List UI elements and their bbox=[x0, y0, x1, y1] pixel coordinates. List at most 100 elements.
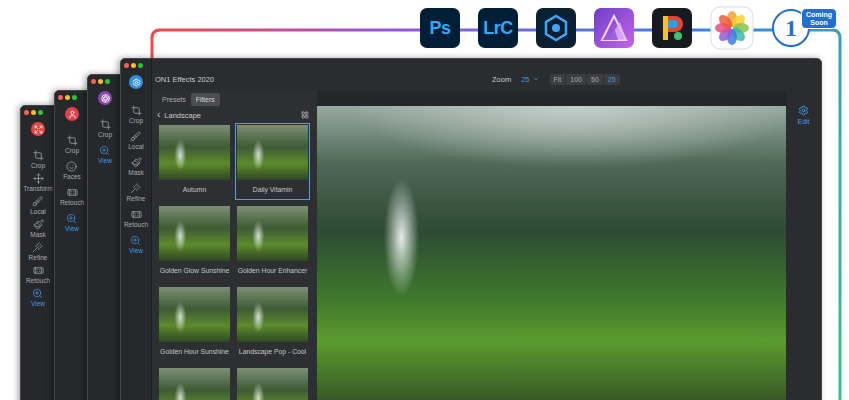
tool-label: View bbox=[65, 225, 79, 233]
app-label: 1 bbox=[785, 16, 797, 40]
tool-label: View bbox=[98, 157, 112, 165]
close-button[interactable] bbox=[124, 63, 129, 68]
zoom-button[interactable] bbox=[138, 63, 143, 68]
preset-thumbnail bbox=[159, 368, 230, 400]
zoom-select[interactable]: 25 bbox=[517, 75, 543, 84]
tool-button[interactable]: View bbox=[98, 145, 112, 165]
on1-app-icon[interactable]: 1Coming Soon bbox=[772, 9, 810, 47]
back-button[interactable]: ‹ bbox=[157, 110, 160, 120]
window-controls bbox=[121, 59, 143, 68]
app-label: LrC bbox=[483, 18, 513, 39]
tool-button[interactable]: Crop bbox=[31, 150, 45, 170]
minimize-button[interactable] bbox=[98, 79, 103, 84]
tool-label: Refine bbox=[127, 195, 146, 203]
tool-button[interactable]: View bbox=[31, 288, 45, 308]
preset-card[interactable]: Golden Hour Sunshine bbox=[157, 285, 232, 362]
preset-card[interactable] bbox=[157, 366, 232, 400]
preset-thumbnail bbox=[159, 287, 230, 342]
preset-thumbnail bbox=[237, 206, 308, 261]
view-icon bbox=[32, 288, 43, 299]
preset-thumbnail bbox=[159, 206, 230, 261]
tool-button[interactable]: Transform bbox=[23, 173, 52, 193]
zoom-button[interactable] bbox=[38, 110, 43, 115]
lightroom-app-icon[interactable]: LrC bbox=[478, 8, 518, 48]
zoom-button[interactable] bbox=[105, 79, 110, 84]
resize-icon bbox=[34, 125, 43, 134]
tool-sidebar: Crop Local Mask Refine Retouch View bbox=[121, 59, 152, 400]
photo-preview bbox=[317, 106, 786, 400]
effects-icon bbox=[132, 78, 141, 87]
zoom-button[interactable] bbox=[72, 95, 77, 100]
affinity-app-icon[interactable] bbox=[594, 8, 634, 48]
tool-button[interactable]: Retouch bbox=[124, 209, 148, 229]
window-controls bbox=[88, 75, 110, 84]
tool-button[interactable]: Mask bbox=[128, 157, 144, 177]
mask-icon bbox=[33, 219, 44, 230]
tool-button[interactable]: Local bbox=[128, 131, 144, 151]
zoom-button[interactable]: Fit bbox=[550, 74, 566, 85]
retouch-icon bbox=[131, 209, 142, 220]
preset-label: Golden Hour Enhancer bbox=[237, 261, 308, 279]
close-button[interactable] bbox=[91, 79, 96, 84]
tool-label: Crop bbox=[31, 162, 45, 170]
tool-sidebar: Crop View bbox=[88, 75, 123, 400]
grid-view-icon[interactable] bbox=[301, 111, 309, 119]
tool-button[interactable]: Local bbox=[30, 196, 46, 216]
minimize-button[interactable] bbox=[131, 63, 136, 68]
tool-label: Crop bbox=[129, 117, 143, 125]
tool-button[interactable]: Faces bbox=[63, 161, 81, 181]
preset-card[interactable]: Daily Vitamin bbox=[235, 123, 310, 200]
tool-list: Crop View bbox=[98, 119, 112, 165]
close-button[interactable] bbox=[58, 95, 63, 100]
minimize-button[interactable] bbox=[65, 95, 70, 100]
tool-label: Retouch bbox=[60, 199, 84, 207]
preset-label: Autumn bbox=[159, 180, 230, 198]
tool-button[interactable]: Crop bbox=[98, 119, 112, 139]
tool-button[interactable]: Refine bbox=[29, 242, 48, 262]
preset-label: Golden Glow Sunshine bbox=[159, 261, 230, 279]
zoom-button[interactable]: 25 bbox=[603, 74, 620, 85]
edit-button[interactable]: Edit bbox=[797, 105, 809, 125]
minimize-button[interactable] bbox=[31, 110, 36, 115]
preset-thumbnail bbox=[237, 287, 308, 342]
category-header: ‹Landscape bbox=[157, 106, 317, 123]
zoom-button[interactable]: 50 bbox=[586, 74, 603, 85]
paintshop-app-icon[interactable] bbox=[652, 8, 692, 48]
app-badge bbox=[98, 91, 112, 105]
tool-button[interactable]: View bbox=[129, 235, 143, 255]
close-button[interactable] bbox=[24, 110, 29, 115]
tab[interactable]: Presets bbox=[157, 93, 191, 106]
app-badge bbox=[31, 122, 45, 136]
preset-card[interactable]: Golden Glow Sunshine bbox=[157, 204, 232, 281]
preset-card[interactable]: Landscape Pop - Cool bbox=[235, 285, 310, 362]
local-icon bbox=[32, 196, 43, 207]
view-icon bbox=[99, 145, 110, 156]
tool-button[interactable]: Mask bbox=[30, 219, 46, 239]
tool-button[interactable]: Crop bbox=[65, 135, 79, 155]
preset-thumbnail bbox=[237, 368, 308, 400]
elements-app-icon[interactable] bbox=[536, 8, 576, 48]
photoshop-app-icon[interactable]: Ps bbox=[420, 8, 460, 48]
tool-button[interactable]: Refine bbox=[127, 183, 146, 203]
preset-card[interactable]: Autumn bbox=[157, 123, 232, 200]
tool-label: Crop bbox=[98, 131, 112, 139]
transform-icon bbox=[33, 173, 44, 184]
tool-button[interactable]: Crop bbox=[129, 105, 143, 125]
tab[interactable]: Filters bbox=[191, 93, 220, 106]
retouch-icon bbox=[67, 187, 78, 198]
zoom-controls: Zoom25Fit1005025 bbox=[492, 74, 620, 85]
photos-app-icon[interactable] bbox=[710, 6, 754, 50]
tool-label: Local bbox=[128, 143, 144, 151]
app-badge bbox=[65, 107, 79, 121]
edit-label: Edit bbox=[797, 118, 809, 125]
crop-icon bbox=[100, 119, 111, 130]
main-window[interactable]: CropLocalMaskRefineRetouchViewON1 Effect… bbox=[120, 58, 822, 400]
preset-card[interactable] bbox=[235, 366, 310, 400]
preset-thumbnail bbox=[159, 125, 230, 180]
preset-card[interactable]: Golden Hour Enhancer bbox=[235, 204, 310, 281]
image-area bbox=[317, 91, 786, 400]
zoom-button[interactable]: 100 bbox=[565, 74, 586, 85]
tool-button[interactable]: Retouch bbox=[26, 265, 50, 285]
tool-button[interactable]: Retouch bbox=[60, 187, 84, 207]
tool-button[interactable]: View bbox=[65, 213, 79, 233]
